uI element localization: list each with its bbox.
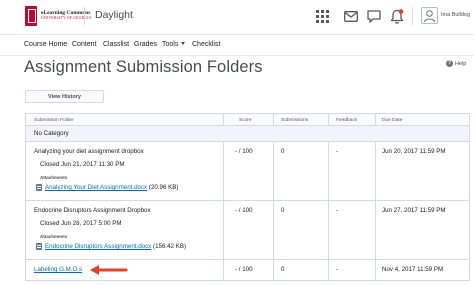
document-icon xyxy=(36,243,42,250)
column-header-due-date: Due Date xyxy=(382,118,403,123)
table-row: Endocrine Disruptors Assignment Dropbox … xyxy=(26,201,469,260)
submissions-count[interactable]: 0 xyxy=(281,266,284,273)
column-divider xyxy=(375,201,376,259)
table-row: Analyzing your diet assignment dropbox C… xyxy=(26,142,469,201)
chevron-down-icon xyxy=(181,42,186,45)
attachment: Endocrine Disruptors Assignment.docx (15… xyxy=(36,243,186,250)
feedback: - xyxy=(336,266,339,273)
attachment-size: (20.96 KB) xyxy=(148,184,179,191)
bell-icon[interactable] xyxy=(389,8,405,24)
folder-name-link[interactable]: Labeling G.M.O.s xyxy=(34,266,82,273)
column-divider xyxy=(375,260,376,280)
score: - / 100 xyxy=(235,266,253,273)
help-icon: ? xyxy=(446,60,453,67)
user-avatar[interactable] xyxy=(421,7,438,24)
nav-checklist[interactable]: Checklist xyxy=(192,41,220,48)
column-divider xyxy=(328,260,329,280)
column-header-folder: Submission Folder xyxy=(34,118,74,123)
column-header-score: Score xyxy=(239,118,252,123)
column-divider xyxy=(273,142,274,200)
attachment-size: (156.42 KB) xyxy=(153,243,187,250)
uga-shield-icon xyxy=(25,6,37,26)
help-link[interactable]: ? Help xyxy=(446,60,466,67)
category-label: No Category xyxy=(34,130,69,137)
mail-icon[interactable] xyxy=(343,8,359,24)
attachment: Analyzing Your Diet Assignment.docx (20.… xyxy=(36,184,178,191)
folder-name: Endocrine Disruptors Assignment Dropbox xyxy=(34,207,151,214)
column-divider xyxy=(375,142,376,200)
score: - / 100 xyxy=(235,148,253,155)
attachments-label: Attachments xyxy=(40,175,68,180)
document-icon xyxy=(36,184,42,191)
column-divider xyxy=(223,260,224,280)
category-row: No Category xyxy=(26,126,469,142)
feedback: - xyxy=(336,148,339,155)
page-title: Assignment Submission Folders xyxy=(24,58,263,76)
submissions-count[interactable]: 0 xyxy=(281,148,284,155)
column-divider xyxy=(273,260,274,280)
attachment-link[interactable]: Endocrine Disruptors Assignment.docx xyxy=(45,243,151,250)
apps-grid-icon[interactable] xyxy=(314,8,330,24)
column-divider xyxy=(328,142,329,200)
column-divider xyxy=(223,201,224,259)
nav-course-home[interactable]: Course Home xyxy=(24,41,67,48)
column-divider xyxy=(273,201,274,259)
submissions-count[interactable]: 0 xyxy=(281,207,284,214)
help-label: Help xyxy=(455,60,467,67)
nav-tools[interactable]: Tools xyxy=(162,41,186,48)
user-name[interactable]: Ima Bulldog xyxy=(441,12,470,18)
column-divider xyxy=(223,142,224,200)
course-title[interactable]: Daylight xyxy=(95,9,133,21)
table-header-row: Submission Folder Score Submissions Feed… xyxy=(26,114,469,126)
top-header: eLearning Commons UNIVERSITY OF GEORGIA … xyxy=(0,0,474,34)
submission-folders-table: Submission Folder Score Submissions Feed… xyxy=(25,113,470,281)
course-navbar: Course Home Content Classlist Grades Too… xyxy=(0,34,474,56)
chat-icon[interactable] xyxy=(366,8,382,24)
elearning-commons-logo[interactable]: eLearning Commons UNIVERSITY OF GEORGIA xyxy=(25,6,92,26)
column-divider xyxy=(328,201,329,259)
view-history-button[interactable]: View History xyxy=(25,90,104,103)
folder-closed-date: Closed Jun 21, 2017 11:30 PM xyxy=(40,161,125,168)
attachment-link[interactable]: Analyzing Your Diet Assignment.docx xyxy=(45,184,147,191)
feedback: - xyxy=(336,207,339,214)
nav-classlist[interactable]: Classlist xyxy=(103,41,129,48)
score: - / 100 xyxy=(235,207,253,214)
folder-name: Analyzing your diet assignment dropbox xyxy=(34,148,144,155)
due-date: Jun 20, 2017 11:59 PM xyxy=(382,148,446,155)
nav-content[interactable]: Content xyxy=(72,41,97,48)
header-divider xyxy=(84,7,85,25)
due-date: Jun 27, 2017 11:59 PM xyxy=(382,207,446,214)
red-pointer-arrow-icon xyxy=(90,265,128,275)
column-header-submissions: Submissions xyxy=(281,118,309,123)
due-date: Nov 4, 2017 11:59 PM xyxy=(382,266,444,273)
attachments-label: Attachments xyxy=(40,234,68,239)
nav-grades[interactable]: Grades xyxy=(134,41,157,48)
header-divider xyxy=(412,7,413,25)
column-header-feedback: Feedback xyxy=(336,118,358,123)
folder-closed-date: Closed Jun 28, 2017 5:00 PM xyxy=(40,220,122,227)
nav-tools-label: Tools xyxy=(162,41,179,48)
